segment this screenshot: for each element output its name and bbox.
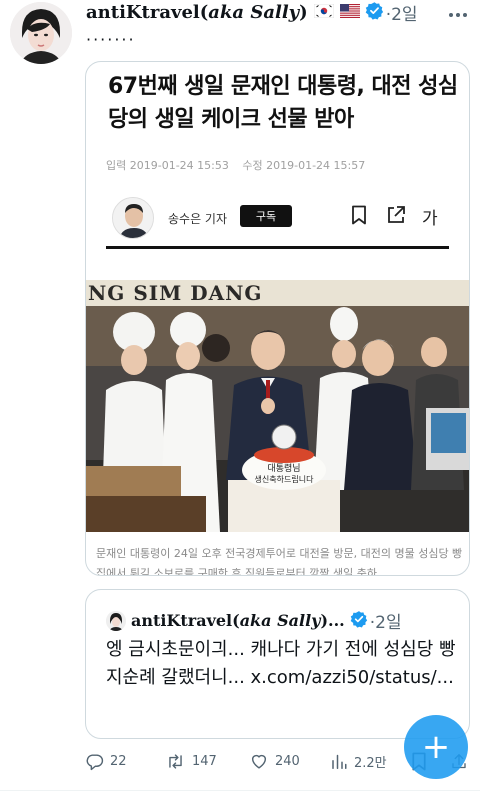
quoted-timestamp: ·2일 [369,613,402,633]
reply-count: 22 [110,754,127,769]
like-button[interactable]: 240 [249,752,300,771]
verified-badge-icon[interactable] [365,1,384,24]
display-name[interactable]: antiKtravel(aka Sally) [86,2,308,23]
photo-caption: 문재인 대통령이 24일 오후 전국경제투어로 대전을 방문, 대전의 명물 성… [96,547,463,576]
retweet-button[interactable]: 147 [165,752,217,771]
font-size-button[interactable]: 가 [422,204,438,229]
retweet-icon [169,754,182,769]
modified-date: 수정 2019-01-24 15:57 [242,159,366,172]
tweet-text: ······· [86,30,136,49]
reply-button[interactable]: 22 [85,752,127,771]
view-count: 2.2만 [354,756,387,771]
photo-cake-text-2: 생신축하드립니다 [255,474,315,484]
like-count: 240 [275,754,300,769]
compose-button[interactable]: + [404,715,468,779]
quoted-display-name[interactable]: antiKtravel(aka Sally)... [131,611,345,630]
article-dates: 입력 2019-01-24 15:53 수정 2019-01-24 15:57 [106,157,375,173]
article-photo: NG SIM DANG 대통령님 생신축하드립니다 [86,280,469,532]
bar-chart-icon [332,754,347,769]
quoted-avatar[interactable] [106,610,126,631]
retweet-count: 147 [192,754,217,769]
bottom-navigation-bar [0,790,480,801]
share-icon[interactable] [386,205,406,229]
quoted-tweet-header: antiKtravel(aka Sally)... ·2일 [106,608,402,633]
reporter-name: 송수은 기자 [168,212,228,226]
photo-cake-text-1: 대통령님 [267,462,300,474]
tweet-header: antiKtravel(aka Sally) ·2일 [86,0,480,25]
views-button[interactable]: 2.2만 [330,752,387,771]
bookmark-icon[interactable] [351,205,367,229]
subscribe-button[interactable]: 구독 [240,205,292,227]
article-headline: 67번째 생일 문재인 대통령, 대전 성심당의 생일 케이크 선물 받아 [108,74,458,132]
reporter-avatar [112,197,154,239]
tweet-timestamp[interactable]: ·2일 [386,0,418,25]
more-options-icon[interactable] [448,2,468,23]
heart-icon [251,754,267,769]
quoted-tweet-text: 엥 금시초문이긔... 캐나다 가기 전에 성심당 빵지순례 갈랬더니... x… [106,639,456,688]
us-flag-icon [339,3,360,22]
article-link-card[interactable]: 67번째 생일 문재인 대통령, 대전 성심당의 생일 케이크 선물 받아 입력… [85,61,470,576]
reply-icon [86,754,104,771]
photo-sign-text: NG SIM DANG [88,281,262,305]
quoted-verified-badge-icon [350,610,368,632]
korea-flag-icon [313,3,334,22]
input-date: 입력 2019-01-24 15:53 [106,159,229,172]
quoted-tweet[interactable]: antiKtravel(aka Sally)... ·2일 엥 금시초문이긔..… [85,589,470,739]
profile-avatar[interactable] [10,2,72,64]
header-divider [106,246,449,249]
plus-icon: + [421,727,451,767]
